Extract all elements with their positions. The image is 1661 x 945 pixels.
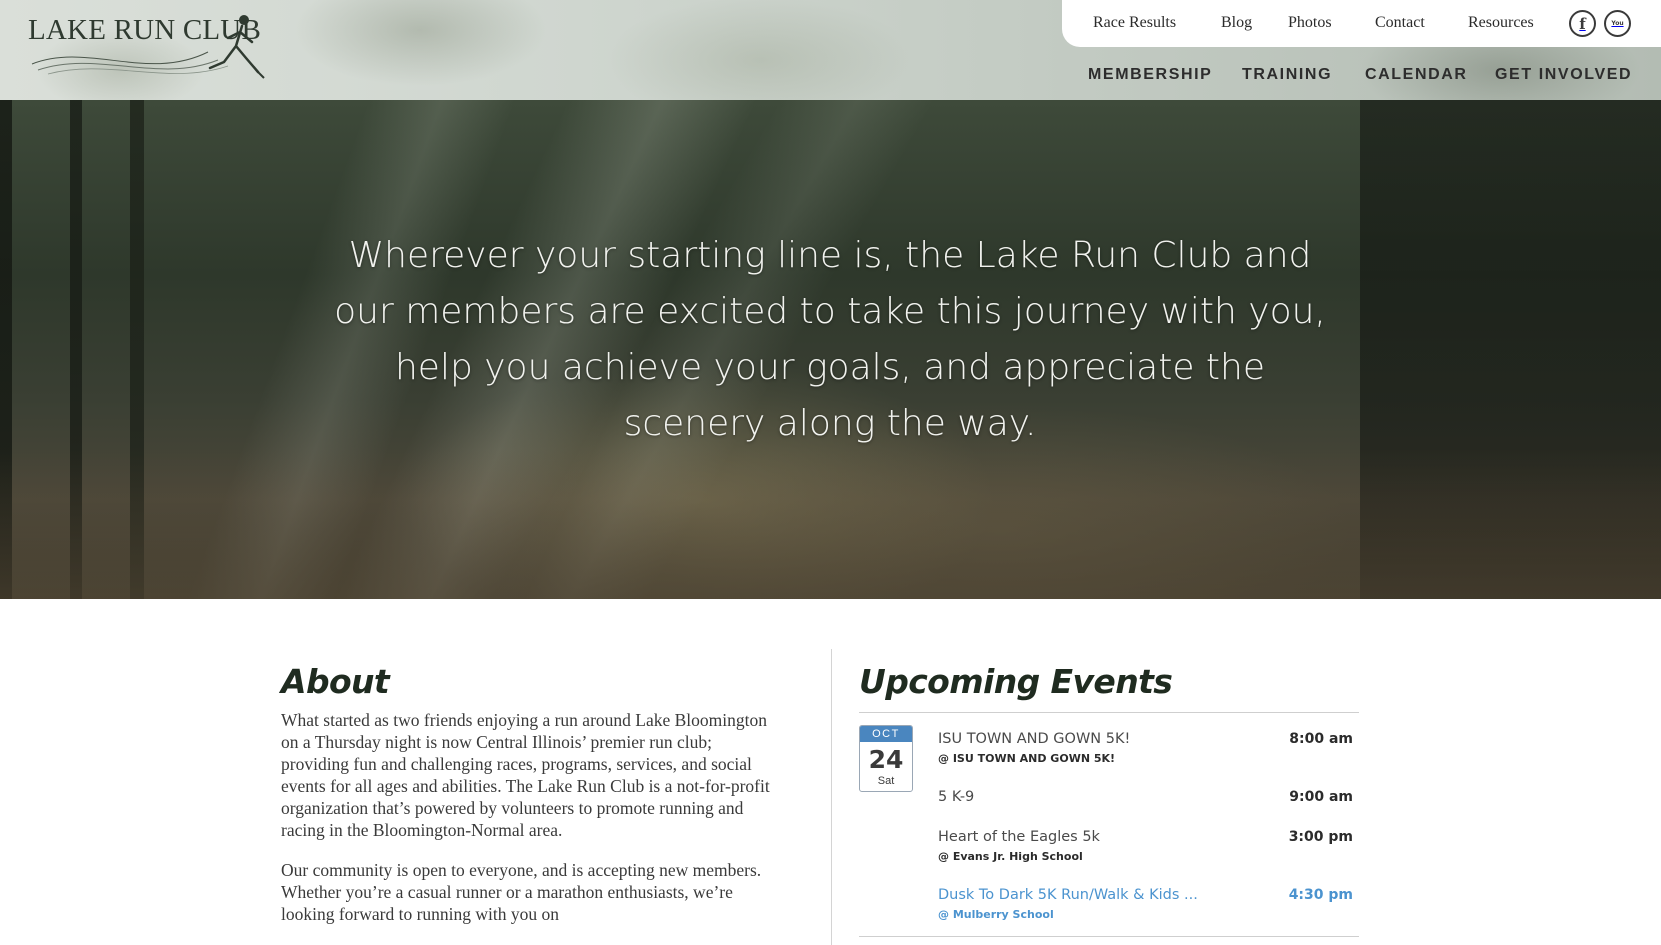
event-time: 9:00 am	[1289, 789, 1353, 805]
event-item: 5 K-9 9:00 am	[938, 789, 1358, 805]
event-item-hovered: Dusk To Dark 5K Run/Walk & Kids ... @ Mu…	[938, 887, 1358, 921]
hero-trail	[0, 449, 1661, 599]
event-date-badge: OCT 24 Sat	[859, 725, 913, 792]
about-title: About	[281, 662, 390, 701]
date-day: 24	[868, 745, 904, 774]
nav-membership[interactable]: MEMBERSHIP	[1088, 66, 1212, 84]
youtube-glyph: You	[1611, 20, 1624, 27]
date-weekday: Sat	[877, 775, 895, 787]
nav-contact[interactable]: Contact	[1375, 14, 1425, 32]
event-venue: @ ISU TOWN AND GOWN 5K!	[938, 752, 1116, 765]
nav-race-results[interactable]: Race Results	[1093, 14, 1176, 32]
nav-calendar[interactable]: CALENDAR	[1365, 66, 1468, 84]
event-time: 4:30 pm	[1288, 887, 1353, 903]
facebook-glyph: f	[1579, 14, 1586, 33]
site-header: LAKE RUN CLUB Race Results Blog Photos C…	[0, 0, 1661, 100]
upcoming-events-section: Upcoming Events	[859, 662, 1359, 701]
nav-blog[interactable]: Blog	[1221, 14, 1252, 32]
runner-logo-icon	[31, 15, 265, 79]
event-item: Heart of the Eagles 5k @ Evans Jr. High …	[938, 829, 1358, 863]
about-paragraph: Our community is open to everyone, and i…	[281, 860, 762, 924]
about-section: About What started as two friends enjoyi…	[281, 662, 781, 925]
date-month: OCT	[860, 726, 912, 742]
column-divider	[831, 649, 832, 945]
about-paragraph: What started as two friends enjoying a r…	[281, 710, 770, 840]
utility-nav-bar: Race Results Blog Photos Contact Resourc…	[1062, 0, 1661, 47]
event-venue: @ Evans Jr. High School	[938, 850, 1083, 863]
event-venue: @ Mulberry School	[938, 908, 1054, 921]
nav-photos[interactable]: Photos	[1288, 14, 1332, 32]
nav-get-involved[interactable]: GET INVOLVED	[1495, 66, 1632, 84]
nav-resources[interactable]: Resources	[1468, 14, 1534, 32]
events-divider	[859, 712, 1359, 713]
hero-banner: Wherever your starting line is, the Lake…	[0, 100, 1661, 599]
facebook-icon[interactable]: f	[1569, 10, 1596, 37]
event-item: ISU TOWN AND GOWN 5K! @ ISU TOWN AND GOW…	[938, 731, 1358, 765]
hero-tagline: Wherever your starting line is, the Lake…	[334, 235, 1326, 444]
events-bottom-divider	[859, 936, 1359, 937]
nav-training[interactable]: TRAINING	[1242, 66, 1332, 84]
events-title: Upcoming Events	[859, 662, 1173, 701]
event-time: 8:00 am	[1289, 731, 1353, 747]
youtube-icon[interactable]: You	[1604, 10, 1631, 37]
event-time: 3:00 pm	[1288, 829, 1353, 845]
site-logo[interactable]: LAKE RUN CLUB	[28, 12, 288, 88]
